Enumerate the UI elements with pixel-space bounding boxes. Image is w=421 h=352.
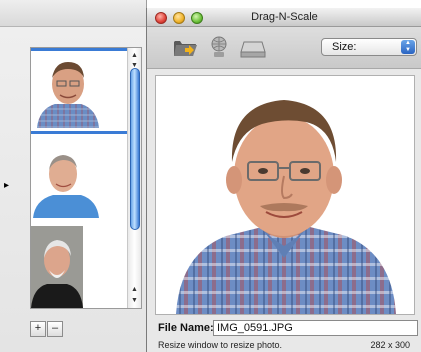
thumbnail-image xyxy=(31,140,101,218)
disk-icon[interactable] xyxy=(239,34,267,60)
file-name-row: File Name: IMG_0591.JPG xyxy=(158,320,420,336)
list-item[interactable] xyxy=(31,226,129,308)
thumbnail-scrollbar[interactable]: ▲ ▼ ▲ ▼ xyxy=(127,48,141,308)
main-window: Drag-N-Scale Size: ▲ ▼ File Name: IMG_05… xyxy=(146,8,421,352)
thumbnail-image xyxy=(33,54,103,128)
toolbar: Size: ▲ ▼ xyxy=(147,27,421,69)
window-title: Drag-N-Scale xyxy=(251,11,318,23)
scroll-up-icon[interactable]: ▲ xyxy=(128,284,141,295)
web-icon[interactable] xyxy=(205,34,233,60)
file-name-label: File Name: xyxy=(158,322,214,334)
photo-preview[interactable] xyxy=(155,75,415,315)
photo-sidebar: ▸ ▲ ▼ ▲ ▼ + – xyxy=(0,0,147,352)
thumbnail-list[interactable]: ▲ ▼ ▲ ▼ xyxy=(30,47,142,309)
pointer-arrow-icon: ▸ xyxy=(4,180,10,191)
size-select-label: Size: xyxy=(332,41,357,53)
sidebar-titlebar xyxy=(0,0,146,27)
remove-button[interactable]: – xyxy=(47,321,63,337)
list-item[interactable] xyxy=(31,48,129,134)
scroll-thumb[interactable] xyxy=(130,68,140,230)
list-item[interactable] xyxy=(31,140,129,220)
file-name-field[interactable]: IMG_0591.JPG xyxy=(213,320,418,336)
folder-icon[interactable] xyxy=(171,34,199,60)
size-select[interactable]: Size: ▲ ▼ xyxy=(321,38,417,56)
image-dimensions: 282 x 300 xyxy=(370,340,410,350)
portrait-image xyxy=(156,76,414,314)
add-button[interactable]: + xyxy=(30,321,46,337)
title-bar[interactable]: Drag-N-Scale xyxy=(147,8,421,27)
chevron-updown-icon: ▲ ▼ xyxy=(401,40,415,54)
status-bar: Resize window to resize photo. 282 x 300 xyxy=(147,338,421,352)
status-message: Resize window to resize photo. xyxy=(158,340,283,350)
thumbnail-image xyxy=(31,226,83,308)
scroll-down-icon[interactable]: ▼ xyxy=(128,295,141,306)
